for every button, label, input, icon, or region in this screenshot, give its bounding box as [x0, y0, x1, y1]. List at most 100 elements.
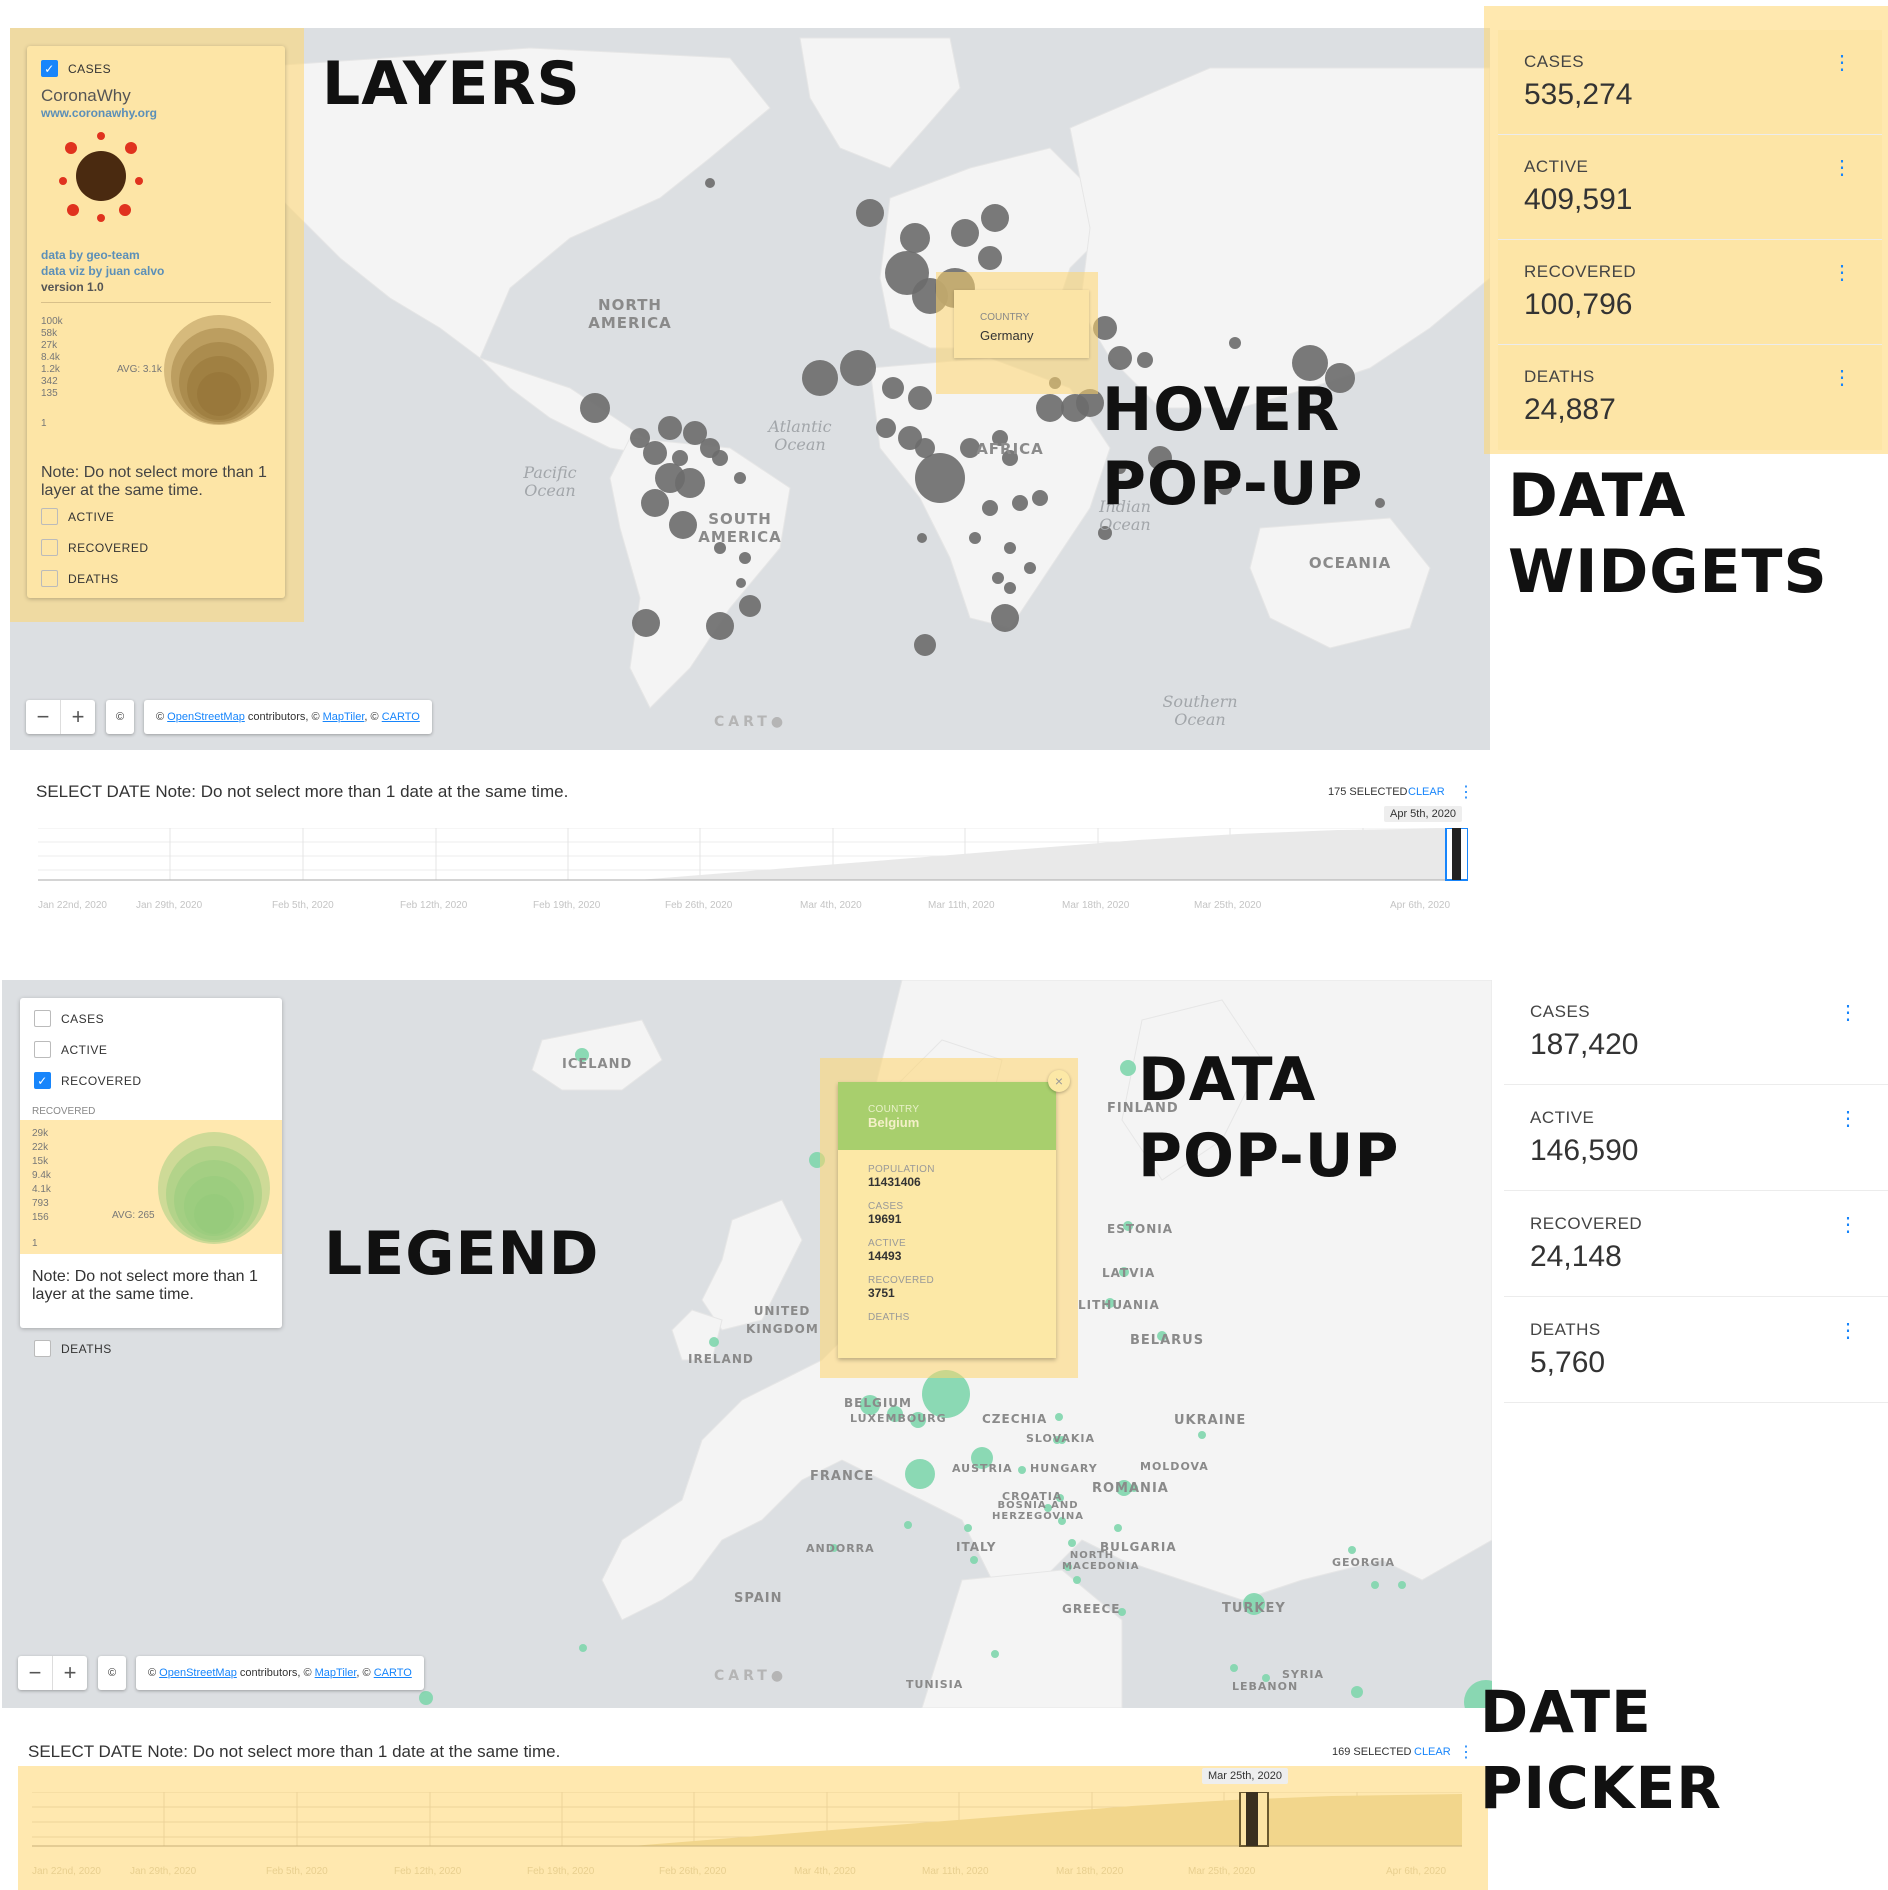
- checkbox-checked-icon[interactable]: ✓: [41, 60, 58, 77]
- legend-scale-5: 793: [32, 1198, 49, 1209]
- tick-2: Feb 5th, 2020: [266, 1866, 328, 1877]
- legend-scale-7: 1: [41, 418, 47, 429]
- checkbox-unchecked-icon[interactable]: [41, 539, 58, 556]
- layer-deaths[interactable]: DEATHS: [34, 1340, 112, 1357]
- widget-recovered-value: 100,796: [1524, 288, 1633, 321]
- more-vert-icon[interactable]: ⋮: [1838, 1000, 1858, 1025]
- legend-scale-6: 156: [32, 1212, 49, 1223]
- checkbox-unchecked-icon[interactable]: [34, 1340, 51, 1357]
- tick-5: Feb 26th, 2020: [659, 1866, 727, 1877]
- tick-3: Feb 12th, 2020: [394, 1866, 462, 1877]
- more-vert-icon[interactable]: ⋮: [1838, 1318, 1858, 1343]
- layer-recovered-label: RECOVERED: [61, 1073, 142, 1088]
- close-icon[interactable]: ×: [1048, 1070, 1070, 1092]
- carto-logo: CART●: [714, 1668, 788, 1684]
- zoom-out-button[interactable]: −: [18, 1656, 52, 1690]
- more-vert-icon[interactable]: ⋮: [1458, 1742, 1474, 1762]
- date-clear-button[interactable]: CLEAR: [1408, 786, 1445, 798]
- date-picker: SELECT DATE Note: Do not select more tha…: [10, 1720, 1490, 1890]
- popup-cases-label: CASES: [868, 1201, 904, 1212]
- layer-active[interactable]: ACTIVE: [41, 508, 114, 525]
- layer-recovered[interactable]: RECOVERED: [41, 539, 149, 556]
- link-openstreetmap[interactable]: OpenStreetMap: [167, 711, 245, 723]
- zoom-out-button[interactable]: −: [26, 700, 60, 734]
- label-belarus: BELARUS: [1130, 1333, 1205, 1348]
- label-latvia: LATVIA: [1102, 1266, 1156, 1280]
- widget-active-label: ACTIVE: [1524, 157, 1589, 176]
- legend-avg: AVG: 3.1k: [117, 364, 162, 375]
- annotation-date-picker: DATE PICKER: [1480, 1678, 1722, 1822]
- layer-deaths-label: DEATHS: [61, 1341, 112, 1356]
- layer-deaths[interactable]: DEATHS: [41, 570, 119, 587]
- zoom-in-button[interactable]: +: [52, 1656, 87, 1690]
- zoom-in-button[interactable]: +: [60, 700, 95, 734]
- checkbox-unchecked-icon[interactable]: [41, 508, 58, 525]
- tick-2: Feb 5th, 2020: [272, 900, 334, 911]
- legend-scale-0: 100k: [41, 316, 63, 327]
- attribution-copy-2: ©: [370, 711, 379, 723]
- legend-scale-7: 1: [32, 1238, 38, 1249]
- tick-0: Jan 22nd, 2020: [32, 1866, 101, 1877]
- checkbox-unchecked-icon[interactable]: [34, 1041, 51, 1058]
- popup-population-label: POPULATION: [868, 1164, 935, 1175]
- more-vert-icon[interactable]: ⋮: [1832, 365, 1852, 390]
- more-vert-icon[interactable]: ⋮: [1832, 50, 1852, 75]
- widget-recovered-value: 24,148: [1530, 1240, 1622, 1273]
- layer-recovered-label: RECOVERED: [68, 540, 149, 555]
- date-histogram[interactable]: [38, 828, 1468, 884]
- layer-cases[interactable]: ✓ CASES: [41, 60, 111, 77]
- layer-recovered[interactable]: ✓ RECOVERED: [34, 1072, 142, 1089]
- label-tunisia: TUNISIA: [906, 1678, 964, 1691]
- label-southern: Southern Ocean: [1162, 692, 1238, 729]
- popup-header: COUNTRY Belgium: [838, 1082, 1056, 1150]
- link-carto[interactable]: CARTO: [374, 1667, 412, 1679]
- widget-deaths-value: 24,887: [1524, 393, 1616, 426]
- widget-deaths: DEATHS 5,760 ⋮: [1504, 1298, 1888, 1403]
- date-clear-button[interactable]: CLEAR: [1414, 1746, 1451, 1758]
- attribution-toggle[interactable]: ©: [106, 700, 135, 734]
- link-openstreetmap[interactable]: OpenStreetMap: [159, 1667, 237, 1679]
- label-slovakia: SLOVAKIA: [1026, 1432, 1096, 1445]
- label-atlantic: Atlantic Ocean: [768, 417, 832, 454]
- checkbox-unchecked-icon[interactable]: [41, 570, 58, 587]
- copyright-icon: ©: [108, 1667, 117, 1679]
- version: version 1.0: [41, 280, 104, 294]
- annotation-data-widgets-line2: WIDGETS: [1508, 537, 1828, 607]
- layer-deaths-label: DEATHS: [68, 571, 119, 586]
- more-vert-icon[interactable]: ⋮: [1832, 155, 1852, 180]
- label-iceland: ICELAND: [562, 1057, 633, 1072]
- credit-juan-calvo: data viz by juan calvo: [41, 264, 165, 278]
- link-maptiler[interactable]: MapTiler: [323, 711, 365, 723]
- date-tooltip: Mar 25th, 2020: [1202, 1768, 1288, 1784]
- more-vert-icon[interactable]: ⋮: [1838, 1212, 1858, 1237]
- legend-scale-4: 1.2k: [41, 364, 60, 375]
- link-maptiler[interactable]: MapTiler: [315, 1667, 357, 1679]
- layer-cases-label: CASES: [68, 61, 112, 76]
- date-title: SELECT DATE Note: Do not select more tha…: [36, 782, 569, 801]
- more-vert-icon[interactable]: ⋮: [1838, 1106, 1858, 1131]
- checkbox-checked-icon[interactable]: ✓: [34, 1072, 51, 1089]
- popup-population: 11431406: [868, 1175, 921, 1189]
- widget-cases-label: CASES: [1524, 52, 1585, 71]
- widget-recovered: RECOVERED 100,796 ⋮: [1498, 240, 1882, 345]
- credit-geo-team: data by geo-team: [41, 248, 140, 262]
- tick-9: Mar 25th, 2020: [1194, 900, 1262, 911]
- attribution-mid: contributors, ©: [244, 711, 323, 723]
- more-vert-icon[interactable]: ⋮: [1832, 260, 1852, 285]
- date-histogram[interactable]: [32, 1792, 1462, 1852]
- tick-8: Mar 18th, 2020: [1056, 1866, 1124, 1877]
- annotation-data-popup-line2: POP-UP: [1138, 1121, 1400, 1191]
- popup-recovered-label: RECOVERED: [868, 1275, 935, 1286]
- link-carto[interactable]: CARTO: [382, 711, 420, 723]
- hover-popup: COUNTRY Germany: [954, 290, 1089, 358]
- layer-cases[interactable]: CASES: [34, 1010, 104, 1027]
- tick-8: Mar 18th, 2020: [1062, 900, 1130, 911]
- widget-deaths: DEATHS 24,887 ⋮: [1498, 345, 1882, 449]
- brand-url[interactable]: www.coronawhy.org: [41, 106, 157, 120]
- attribution-toggle[interactable]: ©: [98, 1656, 127, 1690]
- label-spain: SPAIN: [734, 1591, 783, 1606]
- more-vert-icon[interactable]: ⋮: [1458, 782, 1474, 802]
- label-africa: AFRICA: [976, 440, 1044, 458]
- checkbox-unchecked-icon[interactable]: [34, 1010, 51, 1027]
- layer-active[interactable]: ACTIVE: [34, 1041, 107, 1058]
